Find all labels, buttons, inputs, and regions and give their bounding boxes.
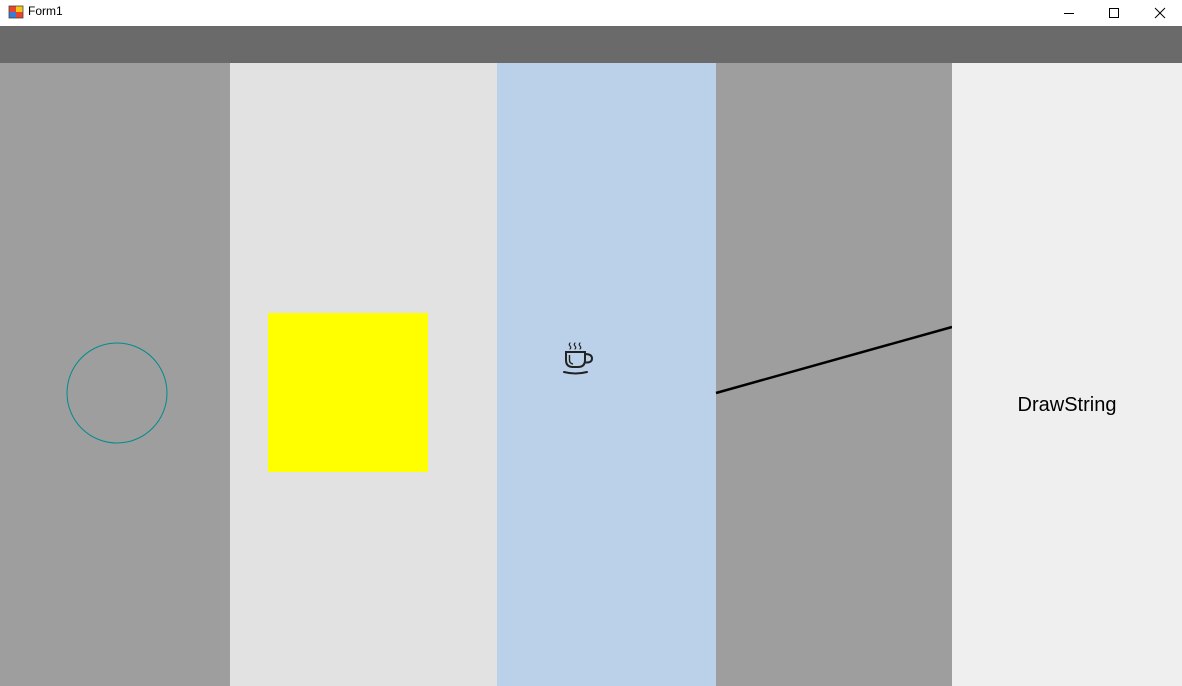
maximize-button[interactable] bbox=[1091, 0, 1137, 26]
window-title: Form1 bbox=[28, 4, 63, 18]
drawstring-text: DrawString bbox=[1017, 394, 1117, 416]
close-icon bbox=[1154, 7, 1166, 19]
minimize-icon bbox=[1064, 13, 1074, 14]
minimize-button[interactable] bbox=[1046, 0, 1092, 26]
coffee-cup-icon bbox=[563, 342, 594, 375]
circle-shape bbox=[66, 342, 168, 444]
panel-text: DrawString bbox=[952, 63, 1182, 686]
maximize-icon bbox=[1109, 8, 1119, 18]
app-window: Form1 DrawString bbox=[0, 0, 1182, 686]
panel-rectangle bbox=[230, 63, 497, 686]
yellow-rectangle bbox=[268, 313, 428, 472]
panel-circle bbox=[0, 63, 230, 686]
top-strip bbox=[0, 26, 1182, 63]
title-bar: Form1 bbox=[0, 0, 1182, 26]
line-shape bbox=[715, 325, 953, 395]
app-icon bbox=[8, 5, 24, 19]
panel-icon bbox=[497, 63, 716, 686]
panel-line bbox=[715, 63, 953, 686]
close-button[interactable] bbox=[1137, 0, 1182, 26]
